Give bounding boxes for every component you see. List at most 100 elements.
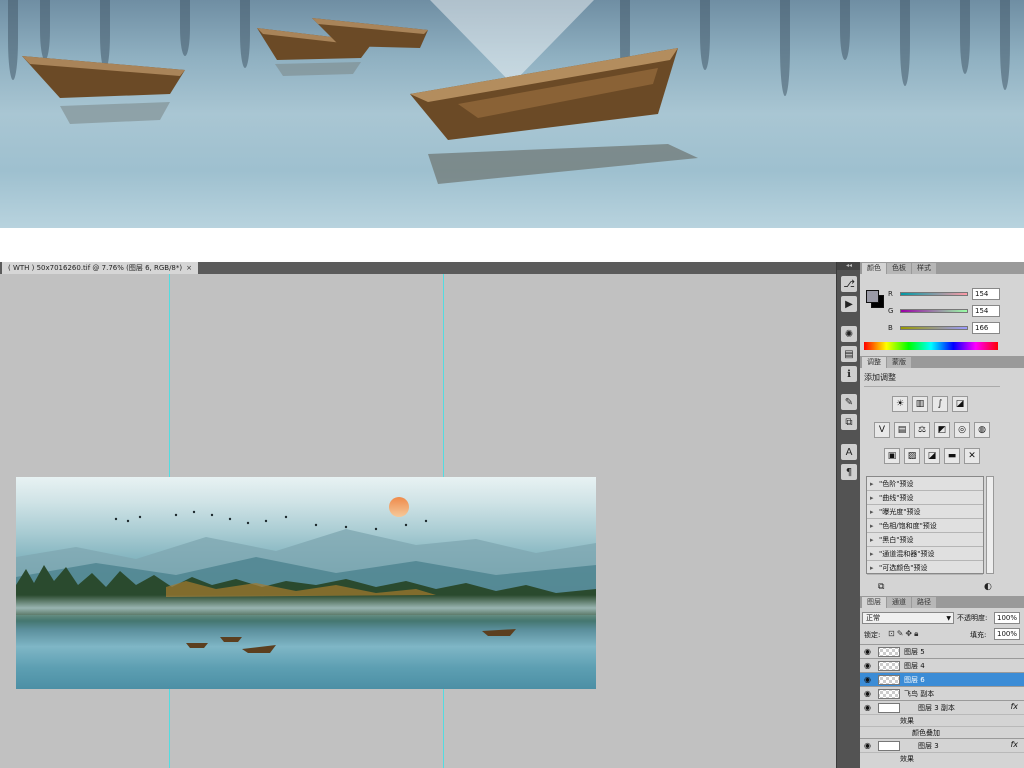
tree-reflection xyxy=(900,0,910,86)
blend-mode-select[interactable]: 正常 ▼ xyxy=(862,612,954,624)
blue-slider-row: B 166 xyxy=(888,320,1022,336)
opacity-input[interactable]: 100% xyxy=(994,612,1020,624)
selective-color-icon[interactable]: ✕ xyxy=(964,448,980,464)
list-item[interactable]: "通道混和器"预设 xyxy=(867,547,983,561)
gradient-map-icon[interactable]: ▬ xyxy=(944,448,960,464)
eye-icon[interactable]: ◉ xyxy=(864,675,871,684)
color-overlay-label: 颜色叠加 xyxy=(912,729,940,737)
tree-reflection xyxy=(780,0,790,96)
black-white-icon[interactable]: ◩ xyxy=(934,422,950,438)
effects-label: 效果 xyxy=(900,717,914,725)
curves-icon[interactable]: ∫ xyxy=(932,396,948,412)
layer-row[interactable]: ◉ 图层 4 xyxy=(860,658,1024,672)
tab-color[interactable]: 颜色 xyxy=(862,263,886,274)
document-tab-bar: ( WTH ) 50x7016260.tif @ 7.76% (图层 6, RG… xyxy=(0,262,836,274)
birds-and-boats xyxy=(114,510,516,653)
green-label: G xyxy=(888,307,894,315)
fx-icon[interactable]: fx xyxy=(1010,740,1018,749)
eye-icon[interactable]: ◉ xyxy=(864,661,871,670)
layer-row[interactable]: ◉ 图层 5 xyxy=(860,644,1024,658)
lock-icons[interactable]: ⊡✎✥🔒︎ xyxy=(888,629,920,639)
photoshop-window: ( WTH ) 50x7016260.tif @ 7.76% (图层 6, RG… xyxy=(0,262,1024,768)
posterize-icon[interactable]: ▨ xyxy=(904,448,920,464)
tab-adjustments[interactable]: 调整 xyxy=(862,357,886,368)
eye-icon[interactable]: ◉ xyxy=(864,647,871,656)
list-item[interactable]: "可选颜色"预设 xyxy=(867,561,983,575)
eye-icon[interactable]: ◉ xyxy=(864,703,871,712)
tab-channels[interactable]: 通道 xyxy=(887,597,911,608)
layer-row-selected[interactable]: ◉ 图层 6 xyxy=(860,672,1024,686)
eye-icon[interactable]: ◉ xyxy=(864,689,871,698)
color-spectrum[interactable] xyxy=(864,342,998,350)
layer-row[interactable]: ◉ 图层 3 副本 fx xyxy=(860,700,1024,714)
presets-list: "色阶"预设 "曲线"预设 "曝光度"预设 "色相/饱和度"预设 "黑白"预设 … xyxy=(866,476,984,575)
adjustments-title: 添加调整 xyxy=(864,373,896,382)
hue-saturation-icon[interactable]: ▤ xyxy=(894,422,910,438)
color-balance-icon[interactable]: ⚖ xyxy=(914,422,930,438)
threshold-icon[interactable]: ◪ xyxy=(924,448,940,464)
layers-panel: 正常 ▼ 不透明度: 100% 锁定: ⊡✎✥🔒︎ 填充: 100% ◉ 图层 … xyxy=(860,608,1024,768)
list-item[interactable]: "曝光度"预设 xyxy=(867,505,983,519)
list-item[interactable]: "黑白"预设 xyxy=(867,533,983,547)
red-value[interactable]: 154 xyxy=(972,288,1000,300)
eye-icon[interactable]: ◉ xyxy=(864,741,871,750)
blue-slider[interactable] xyxy=(900,326,968,330)
document-tab[interactable]: ( WTH ) 50x7016260.tif @ 7.76% (图层 6, RG… xyxy=(2,262,198,274)
green-slider[interactable] xyxy=(900,309,968,313)
effects-row[interactable]: 效果 xyxy=(860,752,1024,764)
list-item[interactable]: "色相/饱和度"预设 xyxy=(867,519,983,533)
dock-grip[interactable]: ◂◂ xyxy=(837,262,861,270)
vibrance-icon[interactable]: V xyxy=(874,422,890,438)
layer-thumbnail xyxy=(878,741,900,751)
green-value[interactable]: 154 xyxy=(972,305,1000,317)
invert-icon[interactable]: ▣ xyxy=(884,448,900,464)
layers-panel-tabs: 图层 通道 路径 xyxy=(860,596,1024,608)
layer-row[interactable]: ◉ 图层 3 fx xyxy=(860,738,1024,752)
paragraph-icon[interactable]: ¶ xyxy=(841,464,857,480)
layer-thumbnail xyxy=(878,661,900,671)
clip-to-layer-icon[interactable]: ⧉ xyxy=(878,582,884,592)
histogram-icon[interactable]: ▤ xyxy=(841,346,857,362)
blue-value[interactable]: 166 xyxy=(972,322,1000,334)
canvas-area[interactable] xyxy=(0,274,836,768)
layer-row[interactable]: ◉ 飞鸟 副本 xyxy=(860,686,1024,700)
layer-name: 图层 6 xyxy=(904,676,925,684)
info-icon[interactable]: ℹ xyxy=(841,366,857,382)
effect-item-row[interactable]: 颜色叠加 xyxy=(860,726,1024,738)
fill-input[interactable]: 100% xyxy=(994,628,1020,640)
list-item[interactable]: "色阶"预设 xyxy=(867,477,983,491)
layer-thumbnail xyxy=(878,703,900,713)
blue-label: B xyxy=(888,324,893,332)
panel-dock-toolbar: ◂◂ ⎇ ▶ ✺ ▤ ℹ ✎ ⧉ A ¶ xyxy=(836,262,861,768)
tab-masks[interactable]: 蒙版 xyxy=(887,357,911,368)
brushes-icon[interactable]: ✎ xyxy=(841,394,857,410)
close-icon[interactable]: × xyxy=(186,264,192,272)
tab-swatches[interactable]: 色板 xyxy=(887,263,911,274)
layer-thumbnail xyxy=(878,689,900,699)
history-icon[interactable]: ⎇ xyxy=(841,276,857,292)
lock-label: 锁定: xyxy=(864,631,881,639)
exposure-icon[interactable]: ◪ xyxy=(952,396,968,412)
tab-paths[interactable]: 路径 xyxy=(912,597,936,608)
document-canvas[interactable] xyxy=(16,477,596,689)
tab-styles[interactable]: 样式 xyxy=(912,263,936,274)
clone-source-icon[interactable]: ⧉ xyxy=(841,414,857,430)
tree-reflection xyxy=(840,0,850,60)
levels-icon[interactable]: ▥ xyxy=(912,396,928,412)
character-icon[interactable]: A xyxy=(841,444,857,460)
red-slider[interactable] xyxy=(900,292,968,296)
fx-icon[interactable]: fx xyxy=(1010,702,1018,711)
boat xyxy=(22,56,185,124)
actions-icon[interactable]: ▶ xyxy=(841,296,857,312)
tab-layers[interactable]: 图层 xyxy=(862,597,886,608)
brightness-contrast-icon[interactable]: ☀ xyxy=(892,396,908,412)
photo-filter-icon[interactable]: ◎ xyxy=(954,422,970,438)
tree-reflection xyxy=(8,0,18,80)
foreground-color-swatch[interactable] xyxy=(866,290,879,303)
channel-mixer-icon[interactable]: ◍ xyxy=(974,422,990,438)
navigator-icon[interactable]: ✺ xyxy=(841,326,857,342)
presets-scrollbar[interactable] xyxy=(986,476,994,574)
effects-row[interactable]: 效果 xyxy=(860,714,1024,726)
list-item[interactable]: "曲线"预设 xyxy=(867,491,983,505)
view-icon[interactable]: ◐ xyxy=(984,582,992,592)
